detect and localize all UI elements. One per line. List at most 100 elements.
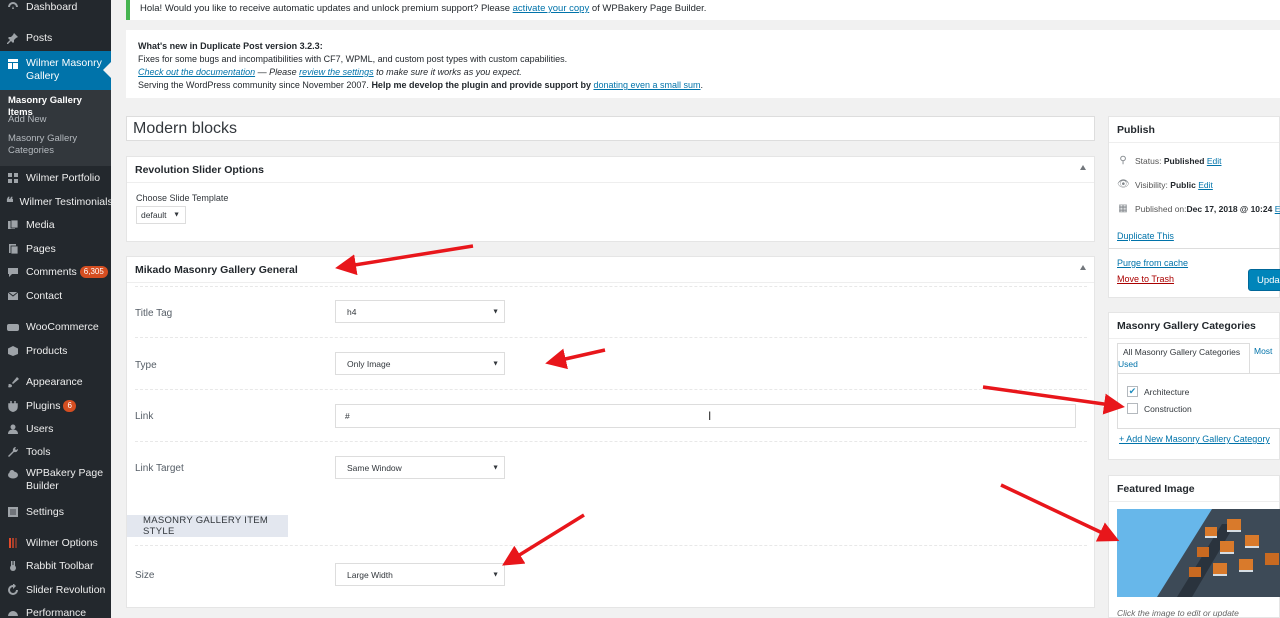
collapse-toggle-icon[interactable] (1080, 165, 1086, 170)
plugins-count-badge: 6 (63, 400, 76, 412)
rabbit-icon (6, 559, 20, 573)
type-value: Only Image (347, 358, 391, 369)
user-icon (6, 422, 20, 436)
purge-cache-link[interactable]: Purge from cache (1117, 258, 1188, 268)
select-caret-icon: ▼ (492, 571, 499, 578)
menu-users[interactable]: Users (0, 418, 111, 440)
status-edit-link[interactable]: Edit (1207, 156, 1222, 166)
menu-settings[interactable]: Settings (0, 501, 111, 523)
slide-template-value: default (141, 210, 167, 220)
link-target-select[interactable]: Same Window ▼ (335, 456, 505, 479)
category-label: Architecture (1144, 386, 1190, 397)
current-menu-pointer (103, 62, 111, 78)
menu-contact[interactable]: Contact (0, 285, 111, 307)
line3-start-text: Serving the WordPress community since No… (138, 80, 372, 90)
line3-bold-text: Help me develop the plugin and provide s… (371, 80, 594, 90)
menu-pages[interactable]: Pages (0, 238, 111, 260)
move-to-trash-link[interactable]: Move to Trash (1117, 274, 1174, 284)
calendar-icon: ▦ (1118, 203, 1128, 214)
duplicate-this-link[interactable]: Duplicate This (1117, 231, 1174, 241)
mikado-box-title[interactable]: Mikado Masonry Gallery General (127, 257, 1094, 283)
menu-posts[interactable]: Posts (0, 27, 111, 49)
size-select[interactable]: Large Width ▼ (335, 563, 505, 586)
divider (135, 441, 1087, 442)
status-row: ⚲ Status: Published Edit (1117, 155, 1222, 166)
type-select[interactable]: Only Image ▼ (335, 352, 505, 375)
woocommerce-icon (6, 320, 20, 334)
add-new-category-link[interactable]: + Add New Masonry Gallery Category (1119, 434, 1270, 444)
dashboard-icon (6, 0, 20, 14)
menu-woocommerce[interactable]: WooCommerce (0, 316, 111, 338)
size-value: Large Width (347, 569, 393, 580)
category-item[interactable]: ✔ Architecture (1127, 386, 1189, 397)
submenu-add-new[interactable]: Add New (8, 114, 108, 126)
publish-box-title[interactable]: Publish (1109, 117, 1279, 143)
category-label: Construction (1144, 403, 1192, 414)
menu-products[interactable]: Products (0, 340, 111, 362)
link-target-label: Link Target (135, 463, 184, 474)
line2-end-text: to make sure it works as you expect. (373, 67, 522, 77)
title-tag-label: Title Tag (135, 308, 173, 319)
select-caret-icon: ▼ (492, 464, 499, 471)
divider (135, 389, 1087, 390)
activate-copy-link[interactable]: activate your copy (513, 3, 590, 14)
submenu-masonry-categories[interactable]: Masonry Gallery Categories (8, 133, 78, 157)
most-used-tab[interactable]: Most (1254, 346, 1272, 356)
revolution-slider-title[interactable]: Revolution Slider Options (127, 157, 1094, 183)
featured-image-thumbnail[interactable] (1117, 509, 1280, 597)
category-item[interactable]: Construction (1127, 403, 1192, 414)
published-edit-link[interactable]: E (1275, 204, 1280, 214)
duplicate-post-heading: What's new in Duplicate Post version 3.2… (138, 41, 323, 51)
wilmer-logo-icon (6, 536, 20, 550)
documentation-link[interactable]: Check out the documentation (138, 67, 255, 77)
masonry-submenu: Masonry Gallery Items Add New Masonry Ga… (0, 90, 111, 166)
post-title-input[interactable]: Modern blocks (126, 116, 1095, 141)
divider (135, 337, 1087, 338)
menu-slider-revolution[interactable]: Slider Revolution (0, 579, 111, 601)
status-value: Published (1163, 155, 1205, 166)
checkbox-empty-icon[interactable] (1127, 403, 1138, 414)
text-cursor-icon: I (708, 409, 712, 423)
wpbakery-notice: Hola! Would you like to receive automati… (126, 0, 1280, 20)
visibility-edit-link[interactable]: Edit (1198, 180, 1213, 190)
comments-count-badge: 6,305 (79, 266, 108, 278)
menu-dashboard[interactable]: Dashboard (0, 0, 111, 18)
menu-plugins[interactable]: Plugins 6 (0, 395, 111, 417)
featured-image-title[interactable]: Featured Image (1109, 476, 1279, 502)
menu-wilmer-options[interactable]: Wilmer Options (0, 532, 111, 554)
link-label: Link (135, 411, 154, 422)
published-value: Dec 17, 2018 @ 10:24 (1186, 203, 1273, 214)
menu-performance[interactable]: Performance (0, 602, 111, 618)
gauge-icon (6, 606, 20, 618)
envelope-icon (6, 289, 20, 303)
review-settings-link[interactable]: review the settings (299, 67, 374, 77)
checkbox-checked-icon[interactable]: ✔ (1127, 386, 1138, 397)
menu-wilmer-portfolio[interactable]: Wilmer Portfolio (0, 167, 111, 189)
refresh-icon (6, 583, 20, 597)
key-pin-icon: ⚲ (1119, 155, 1127, 166)
menu-comments[interactable]: Comments 6,305 (0, 261, 111, 283)
menu-wilmer-testimonials[interactable]: ❝ Wilmer Testimonials (0, 191, 111, 213)
link-target-value: Same Window (347, 462, 402, 473)
categories-box-title[interactable]: Masonry Gallery Categories (1109, 313, 1279, 339)
published-label: Published on: (1135, 203, 1187, 214)
size-label: Size (135, 570, 155, 581)
collapse-toggle-icon[interactable] (1080, 265, 1086, 270)
most-used-tab-cont[interactable]: Used (1118, 359, 1138, 369)
menu-appearance[interactable]: Appearance (0, 371, 111, 393)
update-button[interactable]: Upda (1248, 269, 1280, 291)
menu-rabbit-toolbar[interactable]: Rabbit Toolbar (0, 555, 111, 577)
menu-tools[interactable]: Tools (0, 441, 111, 463)
title-tag-select[interactable]: h4 ▼ (335, 300, 505, 323)
featured-image-box: Featured Image Click the image to edit o… (1108, 475, 1280, 618)
link-input[interactable]: # (335, 404, 1076, 428)
donate-link[interactable]: donating even a small sum (593, 80, 700, 90)
menu-masonry-gallery[interactable]: Wilmer Masonry Gallery (0, 51, 111, 91)
slide-template-select[interactable]: default ▼ (136, 206, 186, 224)
menu-wpbakery[interactable]: WPBakery Page Builder (0, 465, 111, 499)
comment-bubble-icon (6, 265, 20, 279)
published-on-row: ▦ Published on: Dec 17, 2018 @ 10:24 E (1117, 203, 1280, 214)
menu-media[interactable]: Media (0, 214, 111, 236)
divider (1109, 248, 1280, 249)
divider (135, 286, 1087, 287)
